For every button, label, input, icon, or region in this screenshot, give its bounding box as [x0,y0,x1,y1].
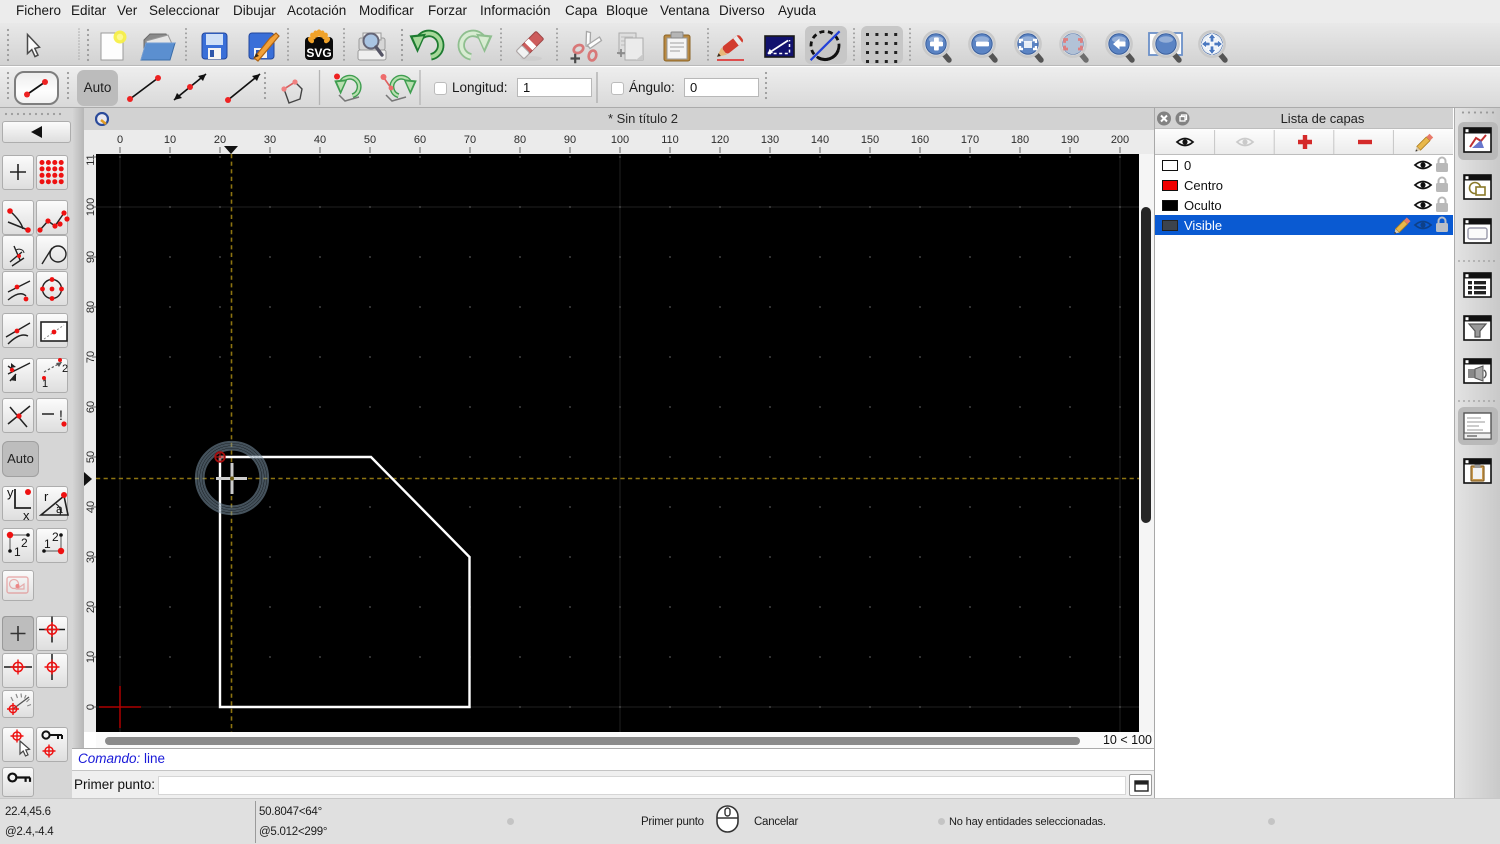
svg-text:70: 70 [464,134,476,146]
svg-text:190: 190 [1061,134,1079,146]
svg-text:1: 1 [44,537,51,551]
svg-text:150: 150 [861,134,879,146]
svg-text:170: 170 [961,134,979,146]
svg-text:120: 120 [711,134,729,146]
svg-text:!: ! [59,407,63,423]
svg-text:0: 0 [117,134,123,146]
svg-text:80: 80 [514,134,526,146]
svg-text:x: x [23,508,30,523]
svg-text:10: 10 [164,134,176,146]
svg-text:20: 20 [214,134,226,146]
svg-text:2: 2 [62,363,68,375]
svg-text:180: 180 [1011,134,1029,146]
svg-text:1: 1 [14,545,21,559]
svg-text:90: 90 [564,134,576,146]
svg-text:SVG: SVG [306,46,331,60]
svg-text:2: 2 [52,530,59,544]
svg-text:a: a [56,502,63,516]
svg-text:50: 50 [364,134,376,146]
svg-text:110: 110 [85,154,96,166]
svg-text:140: 140 [811,134,829,146]
svg-text:30: 30 [264,134,276,146]
svg-text:130: 130 [761,134,779,146]
svg-text:200: 200 [1111,134,1129,146]
svg-text:40: 40 [314,134,326,146]
svg-text:y: y [7,485,14,500]
svg-text:100: 100 [611,134,629,146]
svg-text:2: 2 [21,536,28,550]
svg-text:110: 110 [661,134,679,146]
svg-text:160: 160 [911,134,929,146]
svg-text:r: r [44,489,49,504]
svg-text:60: 60 [414,134,426,146]
svg-text:1: 1 [42,378,48,390]
